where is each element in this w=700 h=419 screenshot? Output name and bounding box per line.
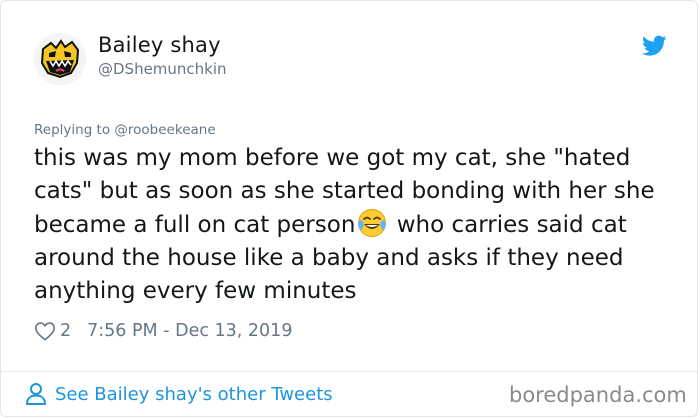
tweet-card: Bailey shay @DShemunchkin Replying to @r… bbox=[0, 0, 699, 417]
author-display-name[interactable]: Bailey shay bbox=[98, 33, 221, 57]
twitter-bird-icon[interactable] bbox=[642, 35, 667, 57]
face-with-tears-of-joy-emoji-icon bbox=[357, 208, 387, 238]
person-icon bbox=[26, 383, 46, 405]
avatar[interactable] bbox=[34, 33, 86, 85]
see-other-tweets-label[interactable]: See Bailey shay's other Tweets bbox=[55, 384, 333, 405]
divider bbox=[1, 371, 699, 372]
author-handle[interactable]: @DShemunchkin bbox=[98, 60, 227, 78]
heart-icon[interactable] bbox=[34, 321, 56, 341]
replying-to-text: Replying to @roobeekeane bbox=[34, 122, 216, 138]
boredpanda-watermark: boredpanda.com bbox=[509, 383, 687, 407]
see-other-tweets-link[interactable]: See Bailey shay's other Tweets bbox=[25, 382, 333, 406]
like-count[interactable]: 2 bbox=[60, 321, 71, 341]
tweet-text: this was my mom before we got my cat, sh… bbox=[34, 142, 674, 308]
tweet-meta: 2 7:56 PM - Dec 13, 2019 bbox=[34, 319, 292, 343]
timestamp[interactable]: 7:56 PM - Dec 13, 2019 bbox=[87, 321, 292, 341]
